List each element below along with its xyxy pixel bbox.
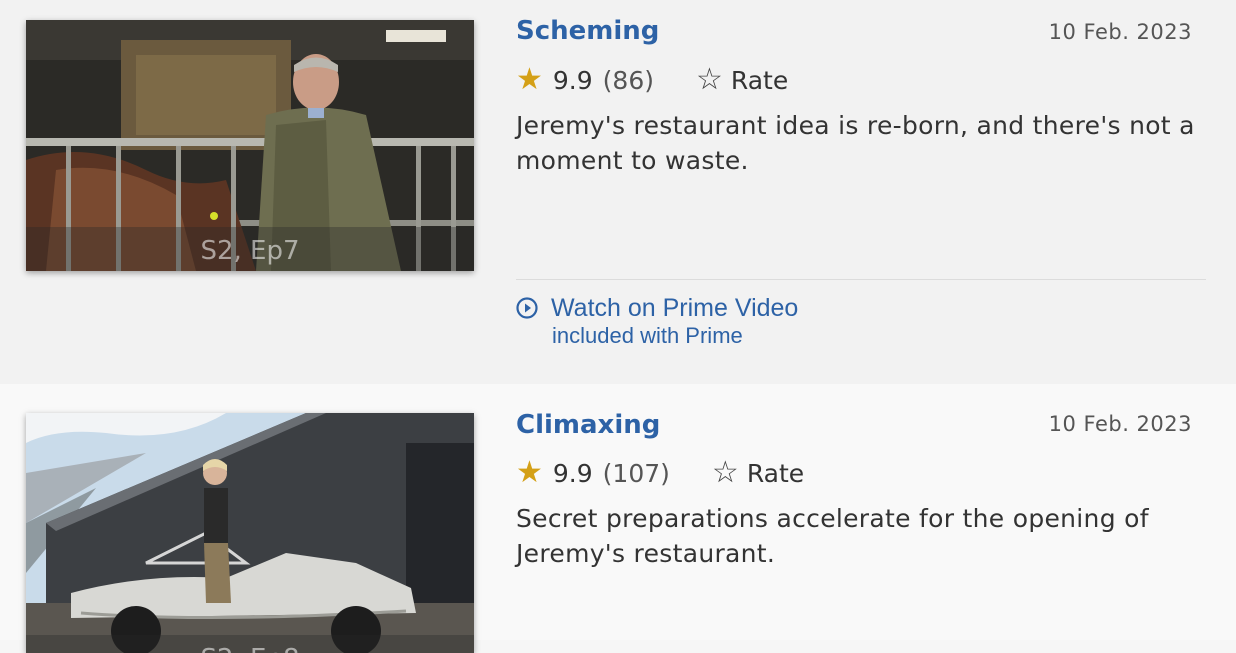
rating-count: (86)	[602, 65, 654, 95]
rating-value: 9.9	[552, 65, 593, 95]
star-filled-icon: ★	[516, 455, 543, 490]
episode-thumbnail[interactable]: S2, Ep8	[26, 413, 474, 653]
rate-label: Rate	[746, 458, 805, 488]
rating-count: (107)	[602, 458, 670, 488]
watch-subtitle: included with Prime	[552, 323, 743, 348]
rate-button[interactable]: ☆ Rate	[696, 65, 788, 95]
divider	[516, 279, 1206, 280]
air-date: 10 Feb. 2023	[1048, 412, 1192, 436]
watch-label: Watch on Prime Video	[551, 294, 799, 322]
star-filled-icon: ★	[516, 62, 543, 97]
episode-card: S2, Ep7 Scheming 10 Feb. 2023 ★ 9.9 (86)…	[0, 0, 1236, 384]
play-circle-icon	[516, 297, 538, 319]
episode-description: Jeremy's restaurant idea is re-born, and…	[516, 111, 1195, 175]
rate-button[interactable]: ☆ Rate	[712, 458, 804, 488]
air-date: 10 Feb. 2023	[1048, 20, 1192, 44]
rating-row: ★ 9.9 (86) ☆ Rate	[516, 63, 788, 97]
episode-number-label: S2, Ep7	[26, 227, 474, 271]
rating-row: ★ 9.9 (107) ☆ Rate	[516, 456, 804, 490]
rate-label: Rate	[730, 65, 789, 95]
star-outline-icon: ☆	[696, 62, 723, 97]
rating-value: 9.9	[552, 458, 593, 488]
episode-number-label: S2, Ep8	[26, 635, 474, 653]
episode-thumbnail[interactable]: S2, Ep7	[26, 20, 474, 271]
episode-description: Secret preparations accelerate for the o…	[516, 504, 1149, 568]
star-outline-icon: ☆	[711, 455, 739, 490]
episode-title-link[interactable]: Scheming	[516, 16, 659, 46]
episode-title-link[interactable]: Climaxing	[516, 410, 660, 440]
thumbnail-image	[26, 413, 474, 653]
episode-card: S2, Ep8 Climaxing 10 Feb. 2023 ★ 9.9 (10…	[0, 384, 1236, 653]
